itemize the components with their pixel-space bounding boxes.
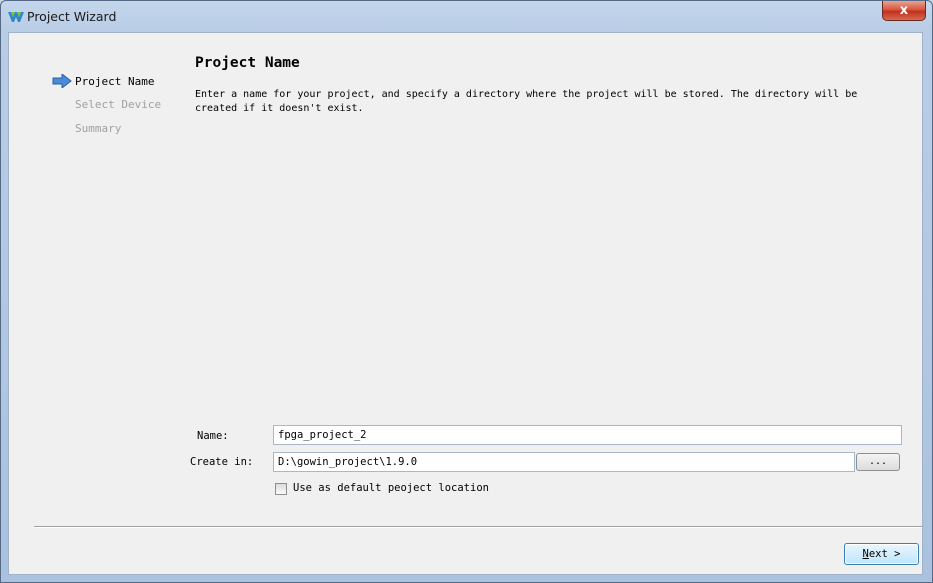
window-title: Project Wizard [27,9,117,24]
project-wizard-window: Project Wizard x Project Name Select Dev… [0,0,933,583]
browse-button[interactable]: ... [856,453,900,471]
default-location-checkbox[interactable] [275,483,287,495]
gowin-logo-icon [8,12,24,22]
page-description: Enter a name for your project, and speci… [195,89,858,114]
next-label: ext > [868,548,901,560]
title-bar[interactable]: Project Wizard x [1,1,932,33]
project-name-input[interactable] [273,425,902,445]
close-icon: x [899,3,909,18]
create-in-label: Create in: [190,456,254,468]
close-button[interactable]: x [882,1,926,21]
current-step-arrow-icon [52,74,72,88]
create-in-input[interactable] [273,452,855,472]
step-select-device: Select Device [75,98,162,111]
next-button[interactable]: Next > [844,543,919,565]
default-location-label[interactable]: Use as default peoject location [293,482,489,494]
step-summary: Summary [75,122,122,135]
page-title: Project Name [195,55,300,71]
step-project-name: Project Name [75,75,155,88]
button-separator [34,526,922,528]
wizard-body: Project Name Select Device Summary Proje… [8,32,923,575]
name-label: Name: [197,430,229,442]
wizard-steps: Project Name Select Device Summary [9,33,169,333]
